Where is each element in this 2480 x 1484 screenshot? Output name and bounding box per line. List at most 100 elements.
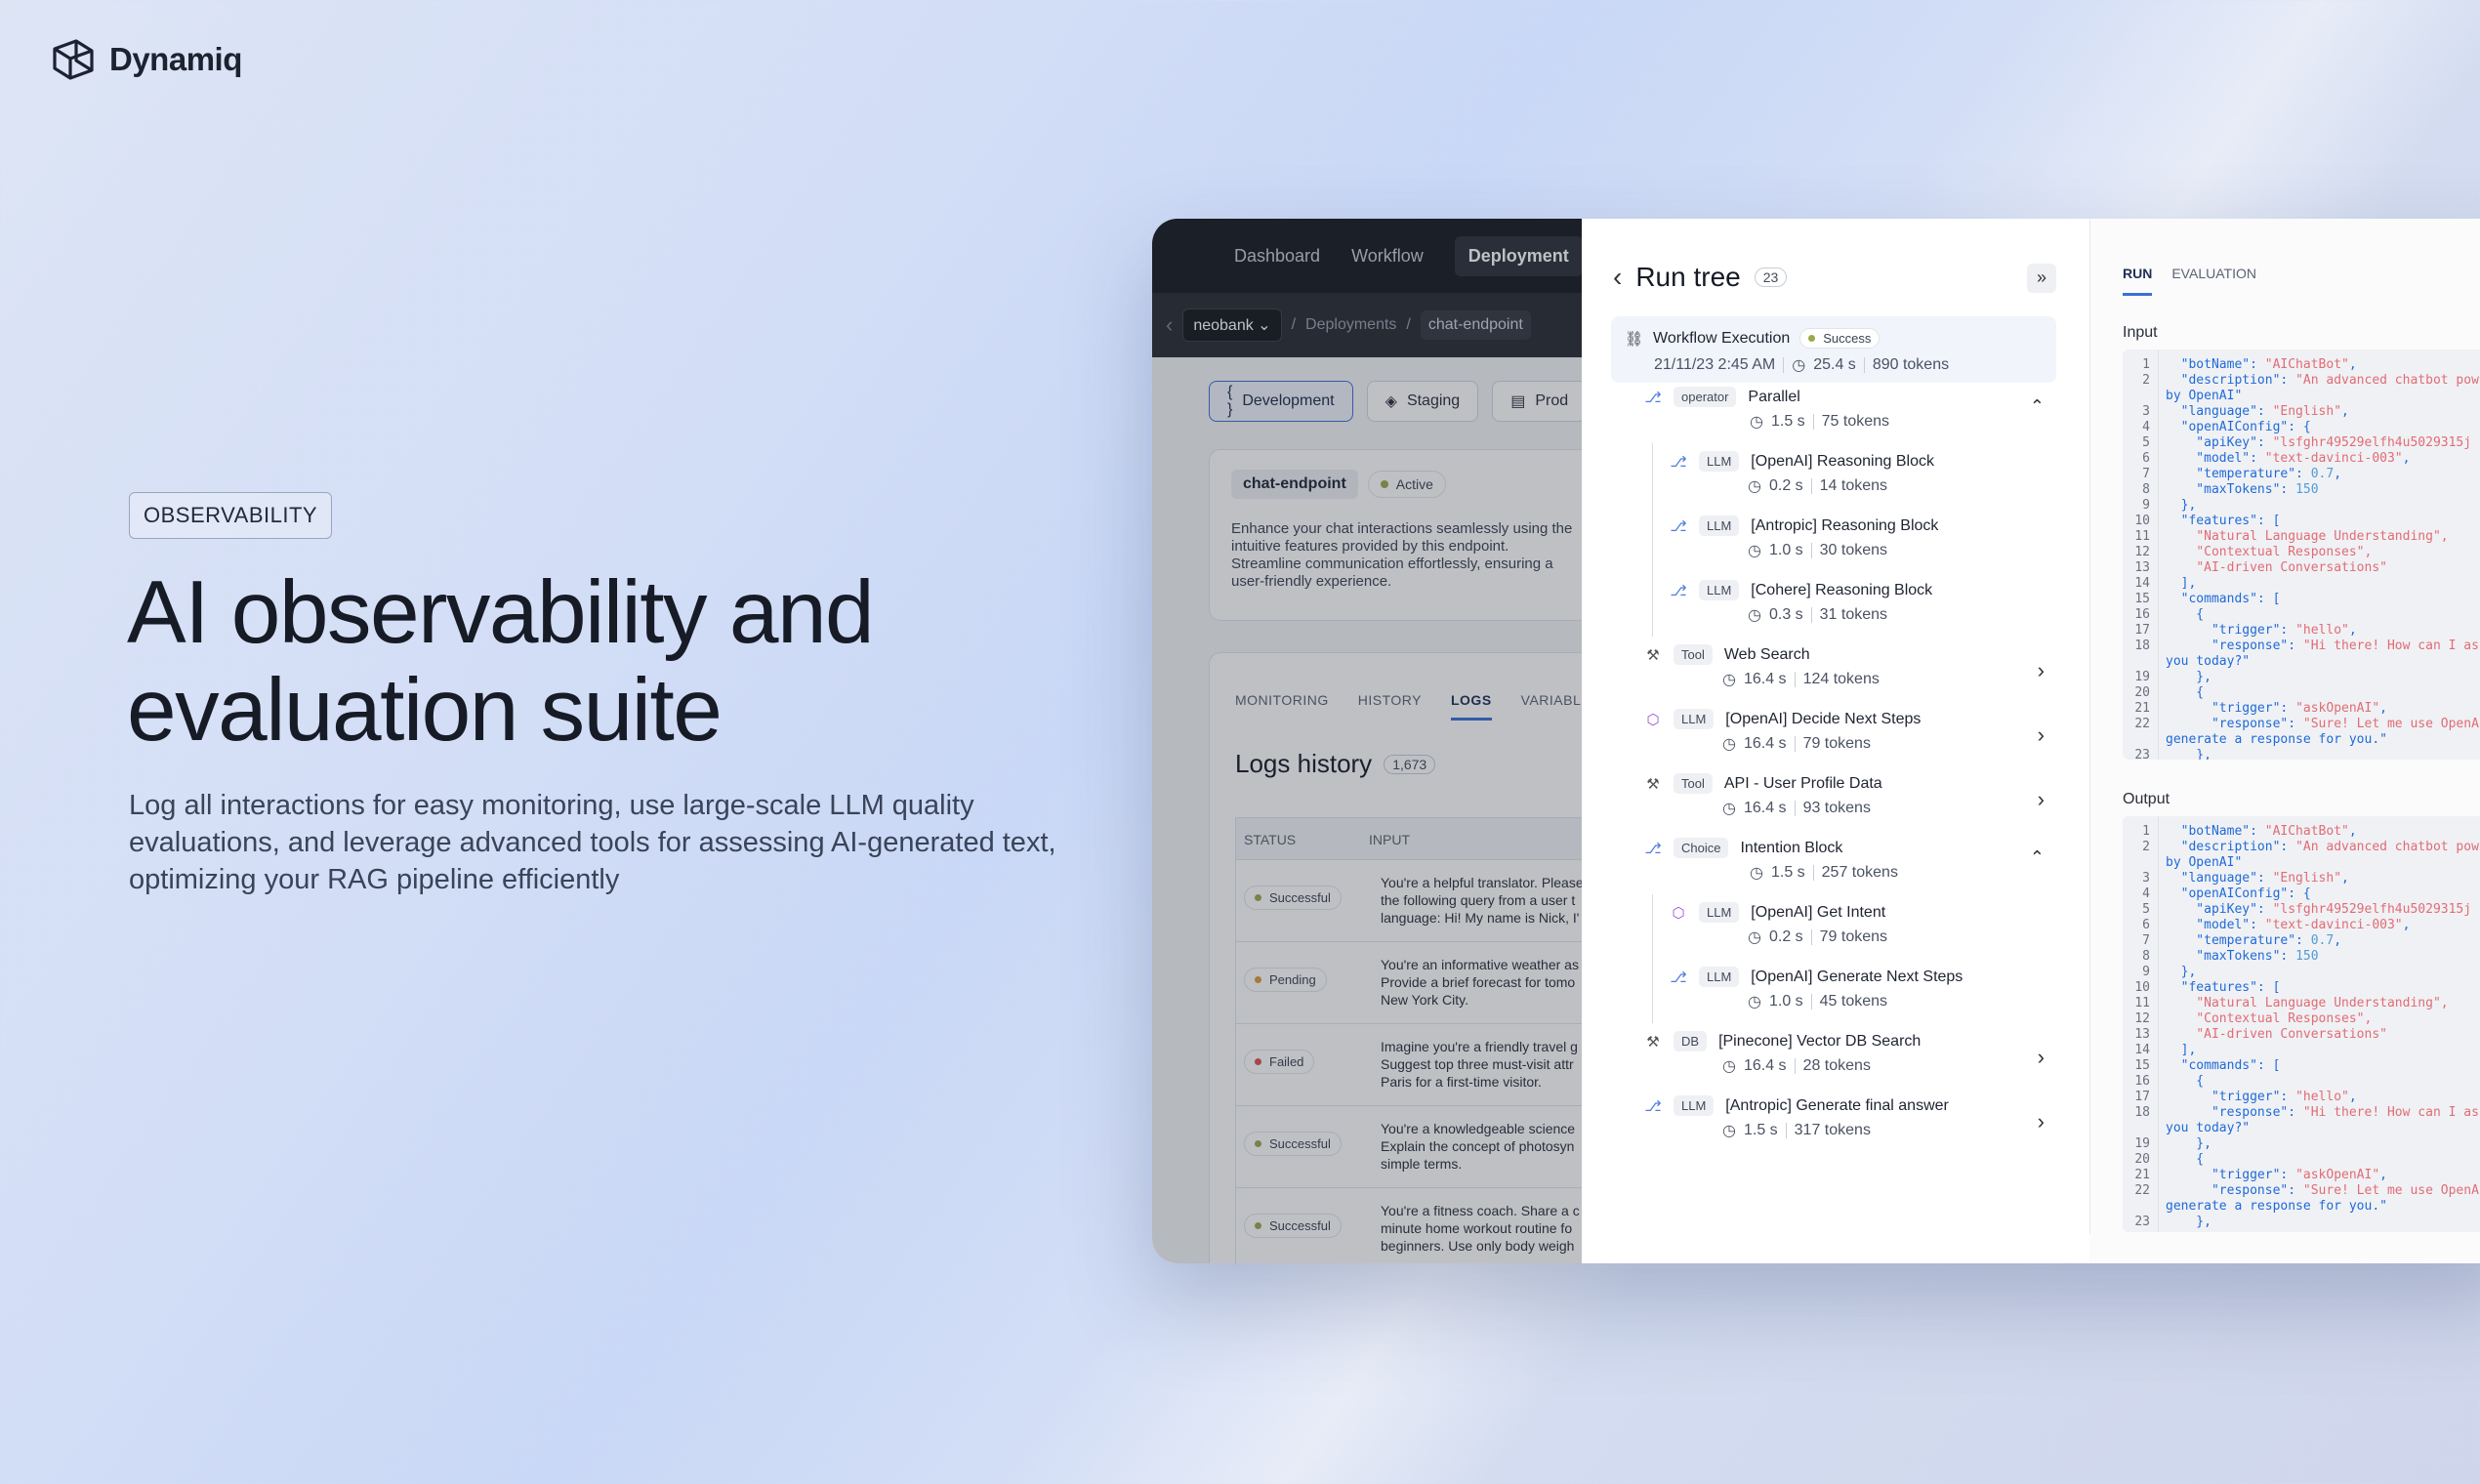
node-type-badge: LLM	[1699, 580, 1740, 600]
workflow-icon: ⛓	[1625, 330, 1644, 348]
tree-node[interactable]: ⚒ DB [Pinecone] Vector DB Search ◷ 16.4 s 28 …	[1644, 1031, 2056, 1095]
meta-separator	[1810, 478, 1812, 494]
tree-node[interactable]: ⎇ operator Parallel ◷ 1.5 s 75 tokens ⌃	[1644, 387, 2056, 451]
clock-icon: ◷	[1748, 929, 1761, 946]
node-name: [Antropic] Generate final answer	[1725, 1096, 1949, 1114]
tree-connector	[1652, 959, 1653, 1023]
node-tokens: 257 tokens	[1821, 864, 1898, 881]
tree-node[interactable]: ⚒ Tool Web Search ◷ 16.4 s 124 tokens ›	[1644, 644, 2056, 709]
node-tokens: 75 tokens	[1821, 413, 1890, 430]
flow-icon: ⎇	[1644, 840, 1662, 857]
cube-icon: ⬡	[1672, 904, 1685, 922]
tree-node[interactable]: ⬡ LLM [OpenAI] Get Intent ◷ 0.2 s 79 tokens	[1670, 902, 2056, 967]
clock-icon: ◷	[1748, 478, 1761, 495]
root-status-badge: Success	[1799, 328, 1881, 349]
hero-subtitle: Log all interactions for easy monitoring…	[129, 790, 1056, 895]
meta-separator	[1794, 672, 1796, 687]
node-type-badge: LLM	[1699, 902, 1740, 923]
node-type-badge: Choice	[1674, 838, 1729, 858]
tree-node[interactable]: ⬡ LLM [OpenAI] Decide Next Steps ◷ 16.4 s 79 …	[1644, 709, 2056, 773]
line-gutter	[2158, 816, 2159, 1232]
status-dot	[1808, 335, 1816, 342]
run-tree-panel: ‹ Run tree 23 » ⛓ Workflow Execution Suc…	[1582, 219, 2089, 1263]
flow-icon: ⎇	[1644, 1097, 1662, 1115]
node-type-badge: LLM	[1674, 1095, 1715, 1116]
node-name: [Antropic] Reasoning Block	[1751, 516, 1939, 534]
hero-title-line-2: evaluation suite	[127, 661, 723, 760]
root-status-label: Success	[1823, 331, 1872, 346]
node-tokens: 124 tokens	[1802, 671, 1880, 687]
chevron-up-icon[interactable]: ⌃	[2030, 847, 2045, 868]
app-window: Dashboard Workflow Deployment ‹ neobank …	[1152, 219, 2480, 1263]
node-tokens: 14 tokens	[1819, 477, 1888, 494]
node-time: 0.2 s	[1768, 477, 1803, 494]
chevron-right-icon[interactable]: ›	[2038, 1045, 2045, 1070]
node-type-badge: DB	[1674, 1031, 1708, 1051]
run-tree-count: 23	[1754, 268, 1788, 287]
tree-node[interactable]: ⎇ LLM [Antropic] Generate final answer ◷ 1.5…	[1644, 1095, 2056, 1160]
input-code-block[interactable]: 1 2 3 4 5 6 7 8 9 10 11 12 13 14 15 16 1…	[2123, 350, 2480, 760]
tab-run[interactable]: RUN	[2123, 266, 2153, 296]
output-code-block[interactable]: 1 2 3 4 5 6 7 8 9 10 11 12 13 14 15 16 1…	[2123, 816, 2480, 1232]
brand-logo[interactable]: Dynamiq	[51, 37, 242, 82]
clock-icon: ◷	[1722, 1123, 1736, 1139]
node-type-badge: LLM	[1699, 451, 1740, 472]
clock-icon: ◷	[1792, 357, 1806, 374]
meta-separator	[1810, 607, 1812, 623]
node-tokens: 45 tokens	[1819, 993, 1888, 1010]
input-label: Input	[2123, 324, 2158, 341]
line-numbers: 1 2 3 4 5 6 7 8 9 10 11 12 13 14 15 16 1…	[2134, 824, 2150, 1229]
node-type-badge: LLM	[1674, 709, 1715, 729]
node-tokens: 317 tokens	[1794, 1122, 1871, 1138]
meta-separator	[1785, 1123, 1787, 1138]
code-text: "botName": "AIChatBot", "description": "…	[2166, 357, 2479, 760]
node-name: [OpenAI] Decide Next Steps	[1725, 710, 1922, 727]
clock-icon: ◷	[1748, 543, 1761, 559]
chevron-up-icon[interactable]: ⌃	[2030, 396, 2045, 417]
tree-node[interactable]: ⎇ LLM [OpenAI] Generate Next Steps ◷ 1.0 s 45…	[1670, 967, 2056, 1031]
node-type-badge: operator	[1674, 387, 1737, 407]
node-tokens: 28 tokens	[1802, 1057, 1871, 1074]
collapse-panel-icon[interactable]: »	[2027, 264, 2056, 293]
node-name: [OpenAI] Generate Next Steps	[1751, 968, 1963, 985]
flow-icon: ⎇	[1670, 582, 1687, 599]
tree-connector	[1652, 572, 1653, 637]
clock-icon: ◷	[1722, 801, 1736, 817]
chevron-right-icon[interactable]: ›	[2038, 722, 2045, 748]
tree-node[interactable]: ⎇ Choice Intention Block ◷ 1.5 s 257 tokens ⌃	[1644, 838, 2056, 902]
tree-node[interactable]: ⎇ LLM [Antropic] Reasoning Block ◷ 1.0 s 30 t…	[1670, 515, 2056, 580]
node-time: 1.5 s	[1743, 1122, 1778, 1138]
flow-icon: ⎇	[1670, 969, 1687, 986]
chevron-right-icon[interactable]: ›	[2038, 787, 2045, 812]
clock-icon: ◷	[1748, 994, 1761, 1010]
node-time: 1.0 s	[1768, 993, 1803, 1010]
chevron-right-icon[interactable]: ›	[2038, 658, 2045, 683]
node-tokens: 79 tokens	[1802, 735, 1871, 752]
root-time: 25.4 s	[1813, 356, 1856, 373]
output-label: Output	[2123, 791, 2170, 807]
node-type-badge: Tool	[1674, 644, 1713, 665]
meta-separator	[1810, 543, 1812, 558]
clock-icon: ◷	[1722, 736, 1736, 753]
root-date: 21/11/23 2:45 AM	[1654, 356, 1776, 373]
tree-node[interactable]: ⚒ Tool API - User Profile Data ◷ 16.4 s 93 to…	[1644, 773, 2056, 838]
meta-separator	[1794, 801, 1796, 816]
tree-node[interactable]: ⎇ LLM [Cohere] Reasoning Block ◷ 0.3 s 31 tok…	[1670, 580, 2056, 644]
node-time: 16.4 s	[1743, 671, 1787, 687]
modal-overlay[interactable]	[1152, 219, 1582, 1263]
hero-title-line-1: AI observability and	[127, 563, 875, 662]
tree-node[interactable]: ⎇ LLM [OpenAI] Reasoning Block ◷ 0.2 s 14 tok…	[1670, 451, 2056, 515]
node-tokens: 93 tokens	[1802, 800, 1871, 816]
node-name: [Cohere] Reasoning Block	[1751, 581, 1933, 598]
line-gutter	[2158, 350, 2159, 760]
root-node[interactable]: ⛓ Workflow Execution Success 21/11/23 2:…	[1611, 316, 2056, 383]
tab-evaluation[interactable]: EVALUATION	[2171, 266, 2256, 296]
node-time: 16.4 s	[1743, 735, 1787, 752]
back-chevron-icon[interactable]: ‹	[1613, 262, 1622, 293]
chevron-right-icon[interactable]: ›	[2038, 1109, 2045, 1134]
node-time: 1.5 s	[1770, 413, 1805, 430]
meta-separator	[1794, 1058, 1796, 1074]
dynamiq-logo-icon	[53, 39, 94, 80]
meta-separator	[1812, 414, 1814, 430]
clock-icon: ◷	[1750, 865, 1763, 882]
